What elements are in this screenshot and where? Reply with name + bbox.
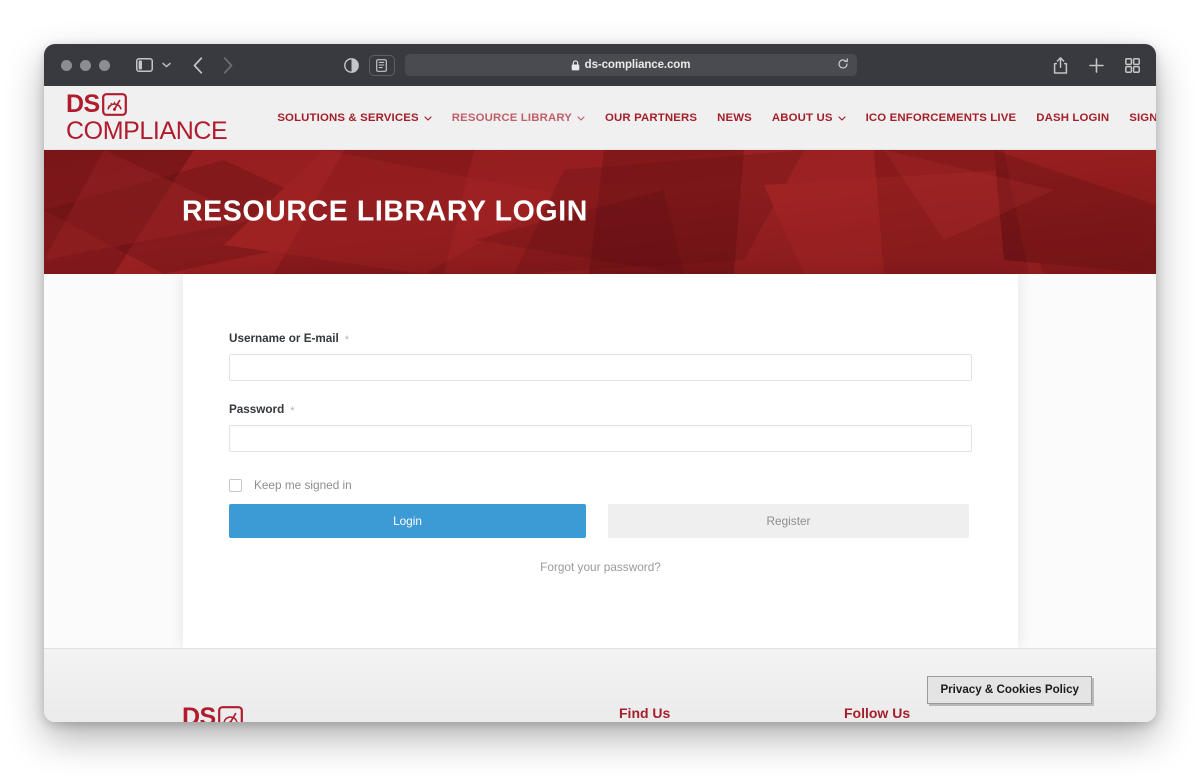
privacy-report-icon[interactable] [368,54,395,76]
chevron-down-icon [424,115,432,123]
browser-toolbar: ds-compliance.com [44,44,1156,86]
nav-item-sign-up-today[interactable]: SIGN UP TODAY [1129,112,1156,124]
username-field-group: Username or E-mail * [229,332,972,381]
gauge-icon [101,92,127,116]
privacy-cookies-policy-button[interactable]: Privacy & Cookies Policy [927,676,1092,704]
nav-item-label: SIGN UP TODAY [1129,111,1156,124]
username-label-text: Username or E-mail [229,332,339,345]
nav-item-solutions-services[interactable]: SOLUTIONS & SERVICES [277,111,432,124]
login-button[interactable]: Login [229,504,586,538]
lock-icon [571,59,580,71]
tab-overview-icon[interactable] [1125,57,1140,73]
zoom-window-button[interactable] [99,59,110,71]
username-label: Username or E-mail * [229,332,972,346]
password-label-text: Password [229,403,285,416]
form-button-row: Login Register [229,504,972,538]
reader-mode-icon[interactable] [343,57,359,73]
login-card: Username or E-mail * Password * Keep me … [183,274,1018,648]
web-page: DS COMPLIANCE SOLUTIONS & SERVICES RESOUR… [44,86,1156,722]
nav-item-our-partners[interactable]: OUR PARTNERS [605,112,697,124]
gauge-icon [217,706,243,722]
username-input[interactable] [229,354,972,381]
nav-item-ico-enforcements-live[interactable]: ICO ENFORCEMENTS LIVE [866,112,1017,124]
reload-icon[interactable] [837,58,849,72]
minimize-window-button[interactable] [80,59,91,71]
password-label: Password * [229,403,972,417]
forgot-password-link[interactable]: Forgot your password? [540,560,661,574]
nav-item-label: ICO ENFORCEMENTS LIVE [865,111,1017,124]
footer-logo-text: DS [182,703,216,723]
register-button[interactable]: Register [608,504,969,538]
page-title: RESOURCE LIBRARY LOGIN [182,195,588,228]
nav-item-label: SOLUTIONS & SERVICES [277,111,419,124]
site-logo[interactable]: DS COMPLIANCE [66,89,228,145]
nav-item-resource-library[interactable]: RESOURCE LIBRARY [452,112,585,124]
password-input[interactable] [229,425,972,452]
footer-heading-find-us: Find Us [619,705,671,721]
required-marker: * [290,404,295,417]
plus-icon[interactable] [1089,57,1104,73]
login-form: Username or E-mail * Password * Keep me … [229,332,972,576]
main-navigation: SOLUTIONS & SERVICES RESOURCE LIBRARY OUR … [277,112,1156,124]
nav-item-label: ABOUT US [771,111,833,124]
sidebar-toggle-icon[interactable] [136,58,153,72]
window-traffic-lights [61,59,110,71]
chevron-right-icon[interactable] [223,56,233,74]
footer-logo[interactable]: DS [182,705,243,722]
footer-heading-follow-us: Follow Us [844,705,911,721]
nav-item-label: RESOURCE LIBRARY [451,111,573,124]
close-window-button[interactable] [61,59,72,71]
logo-text-compliance: COMPLIANCE [66,116,228,145]
toolbar-right-group [1053,56,1140,74]
keep-signed-in-label: Keep me signed in [254,478,352,492]
nav-item-dash-login[interactable]: DASH LOGIN [1036,112,1109,124]
content-area: Username or E-mail * Password * Keep me … [44,274,1156,648]
keep-signed-in-checkbox[interactable] [229,478,242,492]
chevron-down-icon [577,115,585,123]
password-field-group: Password * [229,403,972,452]
nav-item-label: NEWS [717,111,752,124]
nav-item-news[interactable]: NEWS [717,112,752,124]
forgot-password-row: Forgot your password? [229,558,972,576]
chevron-left-icon[interactable] [193,56,203,74]
site-header: DS COMPLIANCE SOLUTIONS & SERVICES RESOUR… [44,86,1156,150]
logo-text-ds: DS [66,89,100,118]
nav-item-label: DASH LOGIN [1036,111,1110,124]
browser-window: ds-compliance.com DS COMPLIANCE SOLUTION… [44,44,1156,722]
chevron-down-icon [838,115,846,123]
keep-signed-in-row[interactable]: Keep me signed in [229,478,972,492]
required-marker: * [344,333,350,346]
address-bar[interactable]: ds-compliance.com [404,54,857,76]
address-bar-url: ds-compliance.com [584,59,691,71]
share-icon[interactable] [1053,56,1068,74]
hero-banner: RESOURCE LIBRARY LOGIN [44,150,1156,274]
chevron-down-icon[interactable] [162,62,171,68]
nav-item-label: OUR PARTNERS [605,111,698,124]
nav-item-about-us[interactable]: ABOUT US [772,112,846,124]
